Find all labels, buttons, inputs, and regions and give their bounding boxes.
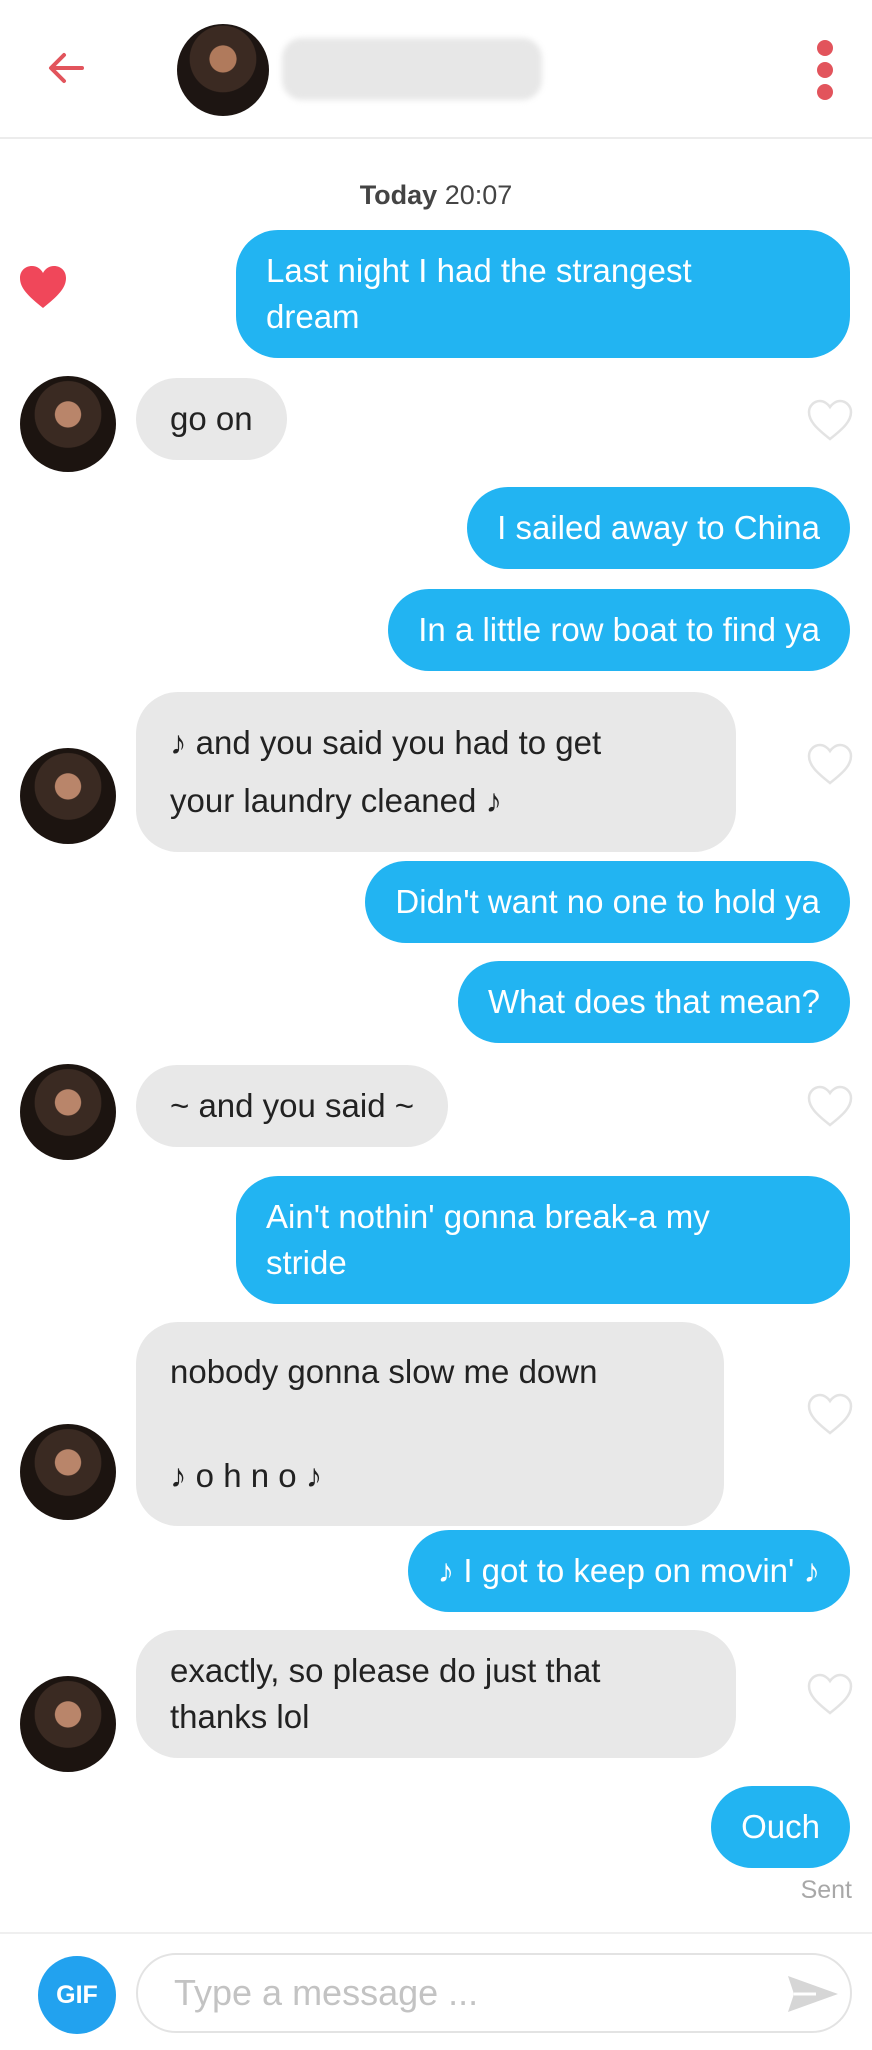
message-bubble-sent[interactable]: ♪ I got to keep on movin' ♪ (407, 1530, 850, 1612)
message-bubble-received[interactable]: exactly, so please do just that thanks l… (136, 1630, 736, 1758)
timestamp-time: 20:07 (444, 180, 513, 210)
match-avatar[interactable] (20, 748, 116, 844)
message-bubble-sent[interactable]: Didn't want no one to hold ya (365, 861, 850, 943)
match-avatar[interactable] (20, 1064, 116, 1160)
more-vertical-icon[interactable] (812, 40, 838, 100)
message-bubble-received[interactable]: ~ and you said ~ (136, 1065, 449, 1147)
heart-outline-icon[interactable] (806, 742, 854, 786)
send-icon[interactable] (786, 1973, 840, 2015)
chat-header (0, 0, 872, 139)
match-avatar[interactable] (177, 24, 269, 116)
message-bubble-received[interactable]: go on (136, 378, 287, 460)
liked-heart-icon[interactable] (18, 264, 68, 310)
message-bubble-sent[interactable]: Ain't nothin' gonna break-a my stride (236, 1176, 850, 1304)
gif-button[interactable]: GIF (38, 1956, 116, 2034)
match-avatar[interactable] (20, 1424, 116, 1520)
message-bubble-received[interactable]: ♪ and you said you had to get your laund… (136, 692, 736, 852)
message-bubble-sent[interactable]: In a little row boat to find ya (388, 589, 850, 671)
message-bubble-sent[interactable]: What does that mean? (457, 961, 850, 1043)
heart-outline-icon[interactable] (806, 1084, 854, 1128)
message-bubble-sent[interactable]: Last night I had the strangest dream (236, 230, 850, 358)
conversation-timestamp: Today 20:07 (0, 180, 872, 211)
heart-outline-icon[interactable] (806, 1392, 854, 1436)
match-avatar[interactable] (20, 1676, 116, 1772)
message-input[interactable] (136, 1953, 852, 2033)
timestamp-day: Today (359, 180, 438, 210)
heart-outline-icon[interactable] (806, 398, 854, 442)
redacted-name (282, 38, 542, 100)
arrow-left-icon[interactable] (44, 46, 88, 90)
delivery-status: Sent (800, 1876, 852, 1904)
heart-outline-icon[interactable] (806, 1672, 854, 1716)
match-avatar[interactable] (20, 376, 116, 472)
message-bubble-sent[interactable]: I sailed away to China (467, 487, 850, 569)
message-bubble-sent[interactable]: Ouch (711, 1786, 850, 1868)
message-bubble-received[interactable]: nobody gonna slow me down ♪ o h n o ♪ (136, 1322, 724, 1526)
